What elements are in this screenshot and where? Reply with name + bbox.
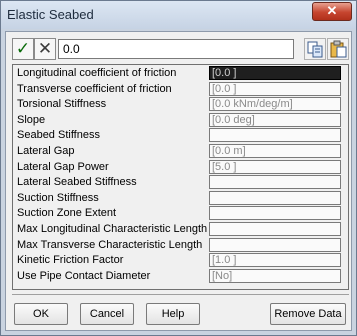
property-row[interactable]: Suction Stiffness bbox=[15, 190, 347, 207]
property-name: Suction Stiffness bbox=[17, 191, 99, 204]
property-name: Torsional Stiffness bbox=[17, 98, 107, 111]
property-name: Suction Zone Extent bbox=[17, 207, 117, 220]
accept-button[interactable]: ✓ bbox=[12, 38, 34, 60]
property-name: Lateral Gap bbox=[17, 145, 75, 157]
property-name: Lateral Gap Power bbox=[17, 160, 109, 173]
property-row[interactable]: Seabed Stiffness bbox=[15, 128, 347, 144]
property-row[interactable]: Lateral Gap Power [5.0 ] bbox=[15, 159, 347, 176]
property-name: Use Pipe Contact Diameter bbox=[17, 269, 151, 282]
dialog-body: ✓ ✕ Longitudinal coefficient of friction… bbox=[5, 31, 352, 331]
property-name: Max Transverse Characteristic Length bbox=[17, 238, 203, 251]
property-row[interactable]: Lateral Gap [0.0 m] bbox=[15, 144, 347, 160]
property-value-field[interactable]: [1.0 ] bbox=[209, 253, 341, 268]
property-value-field[interactable] bbox=[209, 222, 341, 236]
property-row[interactable]: Suction Zone Extent bbox=[15, 206, 347, 222]
property-name: Max Longitudinal Characteristic Length bbox=[17, 223, 208, 235]
property-name: Seabed Stiffness bbox=[17, 129, 100, 142]
help-button[interactable]: Help bbox=[146, 303, 200, 325]
ok-button[interactable]: OK bbox=[14, 303, 68, 325]
property-name: Slope bbox=[17, 113, 46, 126]
property-name: Kinetic Friction Factor bbox=[17, 254, 124, 267]
paste-icon bbox=[330, 40, 347, 58]
property-value-field[interactable]: [No] bbox=[209, 268, 341, 283]
property-value-field[interactable]: [0.0 kNm/deg/m] bbox=[209, 97, 341, 112]
property-value-field[interactable] bbox=[209, 128, 341, 143]
close-button[interactable]: ✕ bbox=[312, 2, 352, 21]
property-row[interactable]: Transverse coefficient of friction [0.0 ] bbox=[15, 81, 347, 98]
property-row[interactable]: Kinetic Friction Factor [1.0 ] bbox=[15, 253, 347, 269]
property-row[interactable]: Longitudinal coefficient of friction [0.0… bbox=[15, 66, 347, 82]
cancel-button[interactable]: Cancel bbox=[80, 303, 134, 325]
property-name: Longitudinal coefficient of friction bbox=[17, 67, 177, 79]
property-value-field[interactable]: [5.0 ] bbox=[209, 159, 341, 174]
property-row[interactable]: Torsional Stiffness [0.0 kNm/deg/m] bbox=[15, 97, 347, 113]
window-title: Elastic Seabed bbox=[7, 7, 94, 22]
property-row[interactable]: Lateral Seabed Stiffness bbox=[15, 175, 347, 191]
paste-button[interactable] bbox=[327, 38, 349, 60]
cancel-edit-button[interactable]: ✕ bbox=[34, 38, 56, 60]
copy-button[interactable] bbox=[304, 38, 326, 60]
elastic-seabed-dialog: Elastic Seabed ✕ ✓ ✕ Longitudinal coeffi… bbox=[0, 0, 357, 336]
property-value-field[interactable]: [0.0 ] bbox=[209, 66, 341, 80]
property-row[interactable]: Use Pipe Contact Diameter [No] bbox=[15, 268, 347, 285]
property-value-field[interactable] bbox=[209, 190, 341, 205]
value-edit-input[interactable] bbox=[58, 39, 294, 59]
property-value-field[interactable] bbox=[209, 206, 341, 221]
property-value-field[interactable] bbox=[209, 237, 341, 252]
property-row[interactable]: Slope [0.0 deg] bbox=[15, 112, 347, 129]
property-value-field[interactable]: [0.0 deg] bbox=[209, 112, 341, 127]
property-name: Transverse coefficient of friction bbox=[17, 82, 172, 95]
property-value-field[interactable]: [0.0 m] bbox=[209, 144, 341, 158]
property-value-field[interactable]: [0.0 ] bbox=[209, 81, 341, 96]
property-row[interactable]: Max Transverse Characteristic Length bbox=[15, 237, 347, 254]
property-value-field[interactable] bbox=[209, 175, 341, 190]
divider bbox=[12, 294, 349, 295]
property-row[interactable]: Max Longitudinal Characteristic Length bbox=[15, 222, 347, 238]
title-bar[interactable]: Elastic Seabed ✕ bbox=[1, 1, 356, 29]
property-list: Longitudinal coefficient of friction [0.0… bbox=[12, 64, 349, 290]
remove-data-button[interactable]: Remove Data bbox=[270, 303, 346, 325]
property-name: Lateral Seabed Stiffness bbox=[17, 176, 137, 189]
copy-icon bbox=[307, 41, 323, 58]
